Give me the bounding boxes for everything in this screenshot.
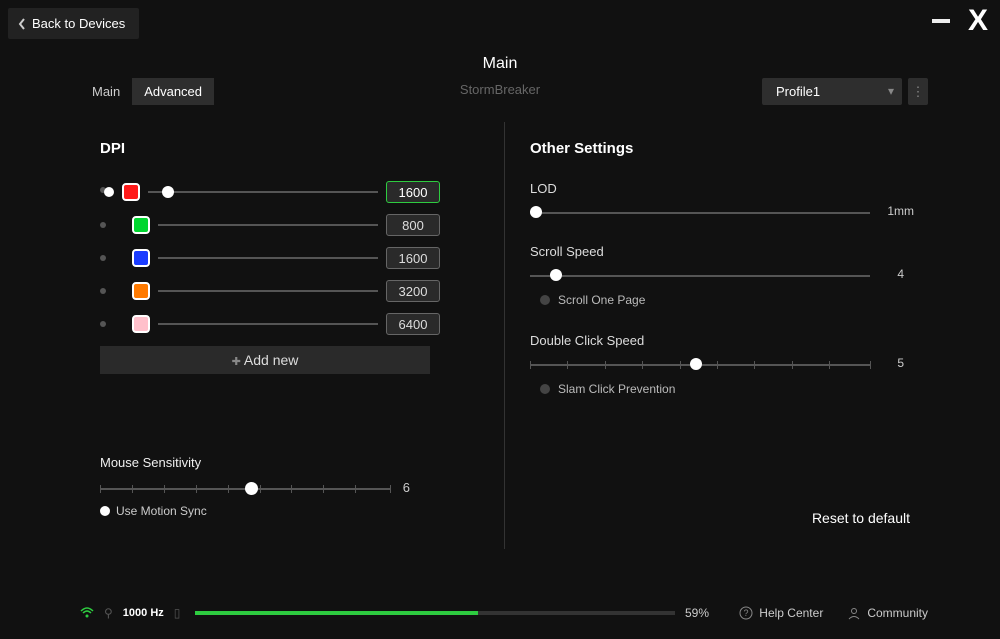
slam-click-toggle[interactable]: Slam Click Prevention (540, 382, 910, 396)
chevron-left-icon (18, 18, 26, 30)
page-title: Main (0, 55, 1000, 73)
dpi-slider[interactable] (158, 290, 378, 292)
back-to-devices-button[interactable]: Back to Devices (8, 8, 139, 39)
device-name: StormBreaker (460, 82, 540, 97)
battery-percent: 59% (685, 606, 709, 620)
slam-click-label: Slam Click Prevention (558, 382, 675, 396)
community-icon (847, 606, 861, 620)
scroll-one-page-toggle[interactable]: Scroll One Page (540, 293, 910, 307)
sensitivity-handle[interactable] (245, 482, 258, 495)
dpi-slider[interactable] (148, 191, 378, 193)
tab-main[interactable]: Main (80, 78, 132, 105)
dpi-color-swatch[interactable] (132, 249, 150, 267)
dpi-row-2[interactable]: 1600 (100, 247, 440, 269)
scroll-speed-slider[interactable]: 4 (530, 275, 880, 277)
dpi-color-swatch[interactable] (122, 183, 140, 201)
dpi-color-swatch[interactable] (132, 282, 150, 300)
scroll-speed-value: 4 (897, 267, 904, 281)
dpi-indicator-icon (100, 321, 106, 327)
dpi-value-input[interactable]: 1600 (386, 247, 440, 269)
motion-sync-label: Use Motion Sync (116, 504, 207, 518)
tab-advanced[interactable]: Advanced (132, 78, 214, 105)
dpi-color-swatch[interactable] (132, 216, 150, 234)
dpi-row-0[interactable]: 1600 (100, 181, 440, 203)
dpi-section-title: DPI (100, 140, 440, 157)
reset-to-default-button[interactable]: Reset to default (812, 510, 910, 526)
profile-menu-button[interactable]: ⋮ (908, 78, 928, 105)
svg-text:?: ? (744, 608, 749, 618)
motion-sync-toggle[interactable]: Use Motion Sync (100, 504, 430, 518)
dpi-indicator-icon (100, 288, 106, 294)
profile-select[interactable]: Profile1 (762, 78, 902, 105)
double-click-label: Double Click Speed (530, 333, 910, 348)
other-settings-title: Other Settings (530, 140, 910, 157)
dpi-indicator-icon (100, 222, 106, 228)
help-label: Help Center (759, 606, 823, 620)
dpi-value-input[interactable]: 800 (386, 214, 440, 236)
sensitivity-value: 6 (403, 480, 410, 495)
minimize-button[interactable] (932, 19, 950, 23)
add-dpi-button[interactable]: Add new (100, 346, 430, 374)
double-click-slider[interactable]: 5 (530, 364, 880, 366)
scroll-speed-label: Scroll Speed (530, 244, 910, 259)
battery-fill (195, 611, 478, 615)
dpi-row-4[interactable]: 6400 (100, 313, 440, 335)
dpi-color-swatch[interactable] (132, 315, 150, 333)
sensitivity-label: Mouse Sensitivity (100, 455, 430, 470)
scroll-one-page-label: Scroll One Page (558, 293, 645, 307)
polling-rate: 1000 Hz (123, 607, 164, 619)
dpi-slider[interactable] (158, 257, 378, 259)
community-label: Community (867, 606, 928, 620)
dpi-value-input[interactable]: 1600 (386, 181, 440, 203)
lod-slider[interactable]: 1mm (530, 212, 880, 214)
dpi-value-input[interactable]: 3200 (386, 280, 440, 302)
slam-click-radio-icon (540, 384, 550, 394)
profile-selected-label: Profile1 (776, 84, 820, 99)
double-click-handle[interactable] (690, 358, 702, 370)
panel-divider (504, 122, 505, 549)
lod-value: 1mm (887, 204, 914, 218)
usb-icon: ⚲ (104, 606, 113, 620)
dpi-slider[interactable] (158, 224, 378, 226)
scroll-handle[interactable] (550, 269, 562, 281)
dpi-row-3[interactable]: 3200 (100, 280, 440, 302)
help-center-link[interactable]: ? Help Center (739, 606, 823, 620)
help-icon: ? (739, 606, 753, 620)
motion-sync-radio-icon (100, 506, 110, 516)
battery-bar (195, 611, 675, 615)
dpi-active-indicator-icon (100, 187, 114, 197)
wireless-icon (80, 606, 94, 621)
lod-handle[interactable] (530, 206, 542, 218)
back-label: Back to Devices (32, 16, 125, 31)
sensitivity-slider[interactable]: 6 (100, 488, 390, 490)
dpi-indicator-icon (100, 255, 106, 261)
battery-icon: ▯ (174, 606, 181, 620)
scroll-one-page-radio-icon (540, 295, 550, 305)
double-click-value: 5 (897, 356, 904, 370)
close-button[interactable]: X (968, 6, 988, 36)
dpi-value-input[interactable]: 6400 (386, 313, 440, 335)
lod-label: LOD (530, 181, 910, 196)
community-link[interactable]: Community (847, 606, 928, 620)
dpi-row-1[interactable]: 800 (100, 214, 440, 236)
dpi-slider[interactable] (158, 323, 378, 325)
